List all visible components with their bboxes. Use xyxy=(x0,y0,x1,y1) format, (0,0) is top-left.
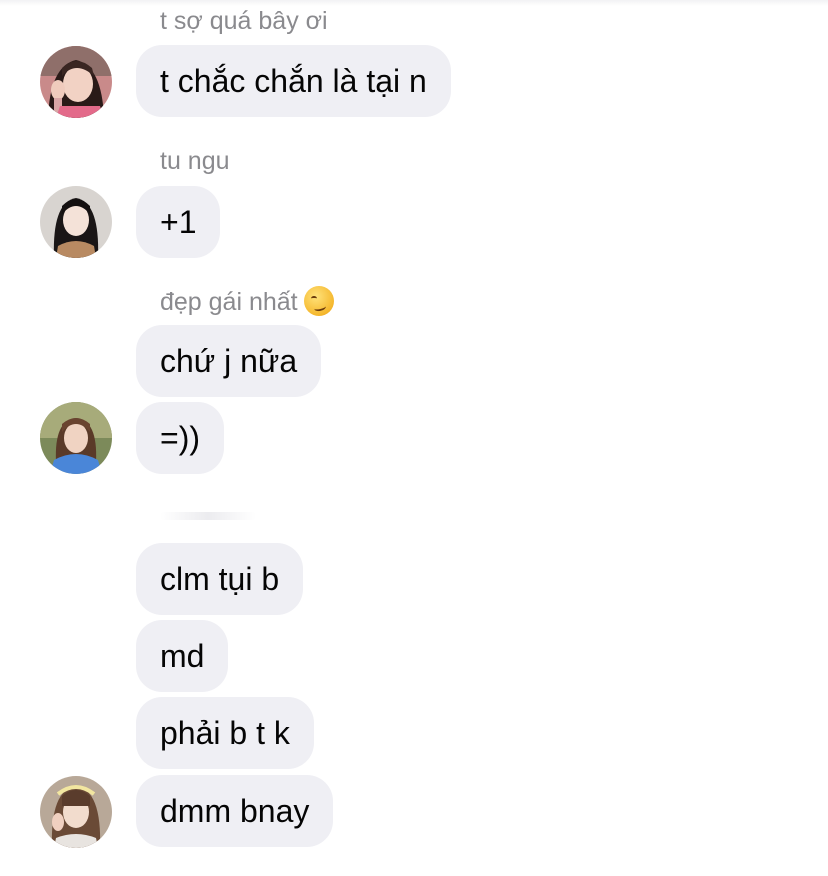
avatar[interactable] xyxy=(40,186,112,258)
avatar[interactable] xyxy=(40,402,112,474)
profile-photo-icon xyxy=(40,186,112,258)
message-bubble[interactable]: t chắc chắn là tại n xyxy=(136,45,451,117)
avatar[interactable] xyxy=(40,46,112,118)
profile-photo-icon xyxy=(40,402,112,474)
message-bubble[interactable]: clm tụi b xyxy=(136,543,304,615)
smirking-face-icon xyxy=(303,286,334,316)
sender-name: tu ngu xyxy=(160,147,230,175)
profile-photo-icon xyxy=(40,46,112,118)
sender-name-text: đẹp gái nhất xyxy=(160,288,298,316)
profile-photo-icon xyxy=(40,776,112,848)
sender-name: t sợ quá bây ơi xyxy=(160,7,328,35)
message-bubble[interactable]: chứ j nữa xyxy=(136,325,322,397)
message-bubble[interactable]: phải b t k xyxy=(136,697,314,769)
faded-sender-name xyxy=(160,512,256,520)
message-bubble[interactable]: +1 xyxy=(136,186,221,258)
avatar[interactable] xyxy=(40,776,112,848)
message-bubble[interactable]: dmm bnay xyxy=(136,775,334,847)
sender-name: đẹp gái nhất xyxy=(160,286,334,317)
message-bubble[interactable]: md xyxy=(136,620,229,692)
top-bar-shadow xyxy=(0,0,828,6)
message-bubble[interactable]: =)) xyxy=(136,402,224,474)
